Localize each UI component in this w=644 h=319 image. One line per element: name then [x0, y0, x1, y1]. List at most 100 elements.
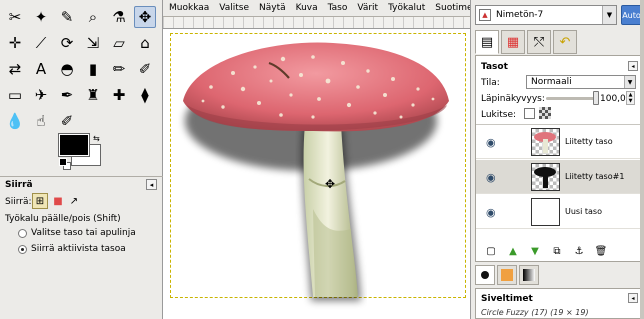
- measure-icon[interactable]: ⚗: [108, 6, 130, 28]
- rotate-icon[interactable]: ⟳: [56, 32, 78, 54]
- image-selector-dropdown[interactable]: ▲ Nimetön-7 ▼: [475, 5, 617, 25]
- smudge-icon[interactable]: ☝: [30, 110, 52, 132]
- paintbrush-icon[interactable]: ✐: [134, 58, 156, 80]
- duplicate-layer-icon[interactable]: ⧉: [548, 243, 566, 259]
- tab-undo[interactable]: ↶: [553, 30, 577, 54]
- layer-row[interactable]: ◉ Uusi taso: [476, 195, 640, 229]
- lock-alpha-checkbox[interactable]: [524, 108, 535, 119]
- radio-button[interactable]: [18, 244, 27, 254]
- delete-layer-icon[interactable]: 🗑: [592, 243, 610, 259]
- opacity-spinner[interactable]: ▲ ▼: [626, 91, 635, 105]
- raise-layer-icon[interactable]: ▲: [504, 243, 522, 259]
- paths-icon: ⤲: [533, 34, 545, 50]
- menu-item-kuva[interactable]: Kuva: [296, 3, 318, 13]
- zoom-icon[interactable]: ⌕: [82, 6, 104, 28]
- lower-layer-icon[interactable]: ▼: [526, 243, 544, 259]
- tool-options-menu-button[interactable]: ◂: [146, 179, 157, 190]
- perspective-icon[interactable]: ⌂: [134, 32, 156, 54]
- eye-icon[interactable]: ◉: [486, 206, 496, 219]
- clone-icon[interactable]: ♜: [82, 84, 104, 106]
- move-path-mode-button[interactable]: ↗: [66, 193, 82, 209]
- shear-icon[interactable]: ▱: [108, 32, 130, 54]
- image-window: Muokkaa Valitse Näytä Kuva Taso Värit Työkalut…: [163, 0, 470, 319]
- menu-item-näytä[interactable]: Näytä: [259, 3, 286, 13]
- scale-icon[interactable]: ⇲: [82, 32, 104, 54]
- anchor-layer-icon[interactable]: ⚓: [570, 243, 588, 259]
- layer-thumbnail: [531, 198, 560, 226]
- layer-name: Liitetty taso: [565, 137, 613, 146]
- tab-channels[interactable]: ▦: [501, 30, 525, 54]
- blur-icon[interactable]: 💧: [4, 110, 26, 132]
- layer-list: ◉ Liitetty taso ◉ Liitetty taso#1 ◉ Uusi…: [476, 124, 640, 236]
- eye-icon[interactable]: ◉: [486, 136, 496, 149]
- brushes-title: Siveltimet: [481, 294, 533, 304]
- crop-icon[interactable]: ⟋: [30, 32, 52, 54]
- pencil-icon[interactable]: ✏: [108, 58, 130, 80]
- perspective-clone-icon[interactable]: ⧫: [134, 84, 156, 106]
- chevron-down-icon[interactable]: ▼: [602, 6, 616, 24]
- text-tool-icon[interactable]: A: [30, 58, 52, 80]
- menu-item-suotimet[interactable]: Suotimet: [435, 3, 470, 13]
- swap-colors-icon[interactable]: ⇆: [93, 134, 100, 143]
- airbrush-icon[interactable]: ✈: [30, 84, 52, 106]
- menu-item-muokkaa[interactable]: Muokkaa: [169, 3, 209, 13]
- layer-row[interactable]: ◉ Liitetty taso#1: [476, 160, 640, 194]
- radio-button[interactable]: [18, 228, 27, 238]
- move-selection-mode-button[interactable]: ■: [50, 193, 66, 209]
- blend-mode-select[interactable]: Normaali ▼: [526, 75, 636, 89]
- menu-item-työkalut[interactable]: Työkalut: [388, 3, 425, 13]
- scissors-select-icon[interactable]: ✂: [4, 6, 26, 28]
- move-mode-label: Siirrä:: [5, 197, 32, 207]
- layer-row[interactable]: ◉ Liitetty taso: [476, 125, 640, 159]
- radio-move-active-layer[interactable]: Siirrä aktiivista tasoa: [18, 244, 126, 254]
- fuzzy-select-icon[interactable]: ✦: [30, 6, 52, 28]
- canvas[interactable]: ✥: [163, 29, 470, 319]
- menu-item-valitse[interactable]: Valitse: [219, 3, 249, 13]
- tab-brushes[interactable]: [475, 265, 495, 285]
- tab-patterns[interactable]: [497, 265, 517, 285]
- mushroom-thumbnail: [534, 132, 556, 153]
- eye-icon[interactable]: ◉: [486, 171, 496, 184]
- dock-tabs: ▤ ▦ ⤲ ↶: [475, 30, 577, 56]
- move-tool-icon[interactable]: ✥: [134, 6, 156, 28]
- channels-icon: ▦: [506, 34, 520, 50]
- color-picker-icon[interactable]: ✎: [56, 6, 78, 28]
- tab-layers[interactable]: ▤: [475, 30, 499, 54]
- foreground-color-swatch[interactable]: [58, 133, 90, 157]
- bucket-fill-icon[interactable]: ◓: [56, 58, 78, 80]
- tab-paths[interactable]: ⤲: [527, 30, 551, 54]
- panel-menu-button[interactable]: ◂: [628, 61, 638, 71]
- brushes-panel: Siveltimet ◂ Circle Fuzzy (17) (19 × 19): [475, 288, 641, 319]
- move-layer-mode-button[interactable]: ⊞: [32, 193, 48, 209]
- radio-pick-layer[interactable]: Valitse taso tai apulinja: [18, 228, 136, 238]
- layer-thumbnail: [531, 163, 560, 191]
- blend-icon[interactable]: ▮: [82, 58, 104, 80]
- ink-icon[interactable]: ✒: [56, 84, 78, 106]
- menu-item-taso[interactable]: Taso: [328, 3, 348, 13]
- layers-icon: ▤: [480, 34, 494, 50]
- brushes-menu-button[interactable]: ◂: [628, 293, 638, 303]
- default-fg-mini-icon[interactable]: [59, 158, 67, 166]
- mushroom-image[interactable]: [163, 29, 470, 319]
- tab-gradients[interactable]: [519, 265, 539, 285]
- mode-label: Tila:: [481, 78, 500, 88]
- chevron-down-icon[interactable]: ▼: [624, 76, 635, 88]
- fg-bg-color-selector[interactable]: ⇆: [58, 133, 103, 170]
- pattern-icon: [501, 269, 513, 281]
- eraser-icon[interactable]: ▭: [4, 84, 26, 106]
- new-layer-icon[interactable]: ▢: [482, 243, 500, 259]
- radio-label: Valitse taso tai apulinja: [31, 228, 136, 238]
- scrollbar[interactable]: [640, 0, 644, 319]
- opacity-slider-handle[interactable]: [593, 91, 599, 105]
- auto-button[interactable]: Auto: [621, 5, 642, 25]
- layers-panel: Tasot ◂ Tila: Normaali ▼ Läpinäkyvyys: 1…: [475, 55, 641, 262]
- opacity-value[interactable]: 100,0: [600, 94, 626, 104]
- blend-mode-value: Normaali: [531, 77, 572, 87]
- align-tool-icon[interactable]: ✛: [4, 32, 26, 54]
- flip-icon[interactable]: ⇄: [4, 58, 26, 80]
- opacity-slider[interactable]: [546, 97, 598, 100]
- dodge-burn-icon[interactable]: ✐: [56, 110, 78, 132]
- heal-icon[interactable]: ✚: [108, 84, 130, 106]
- menu-item-värit[interactable]: Värit: [357, 3, 378, 13]
- lock-label: Lukitse:: [481, 110, 517, 120]
